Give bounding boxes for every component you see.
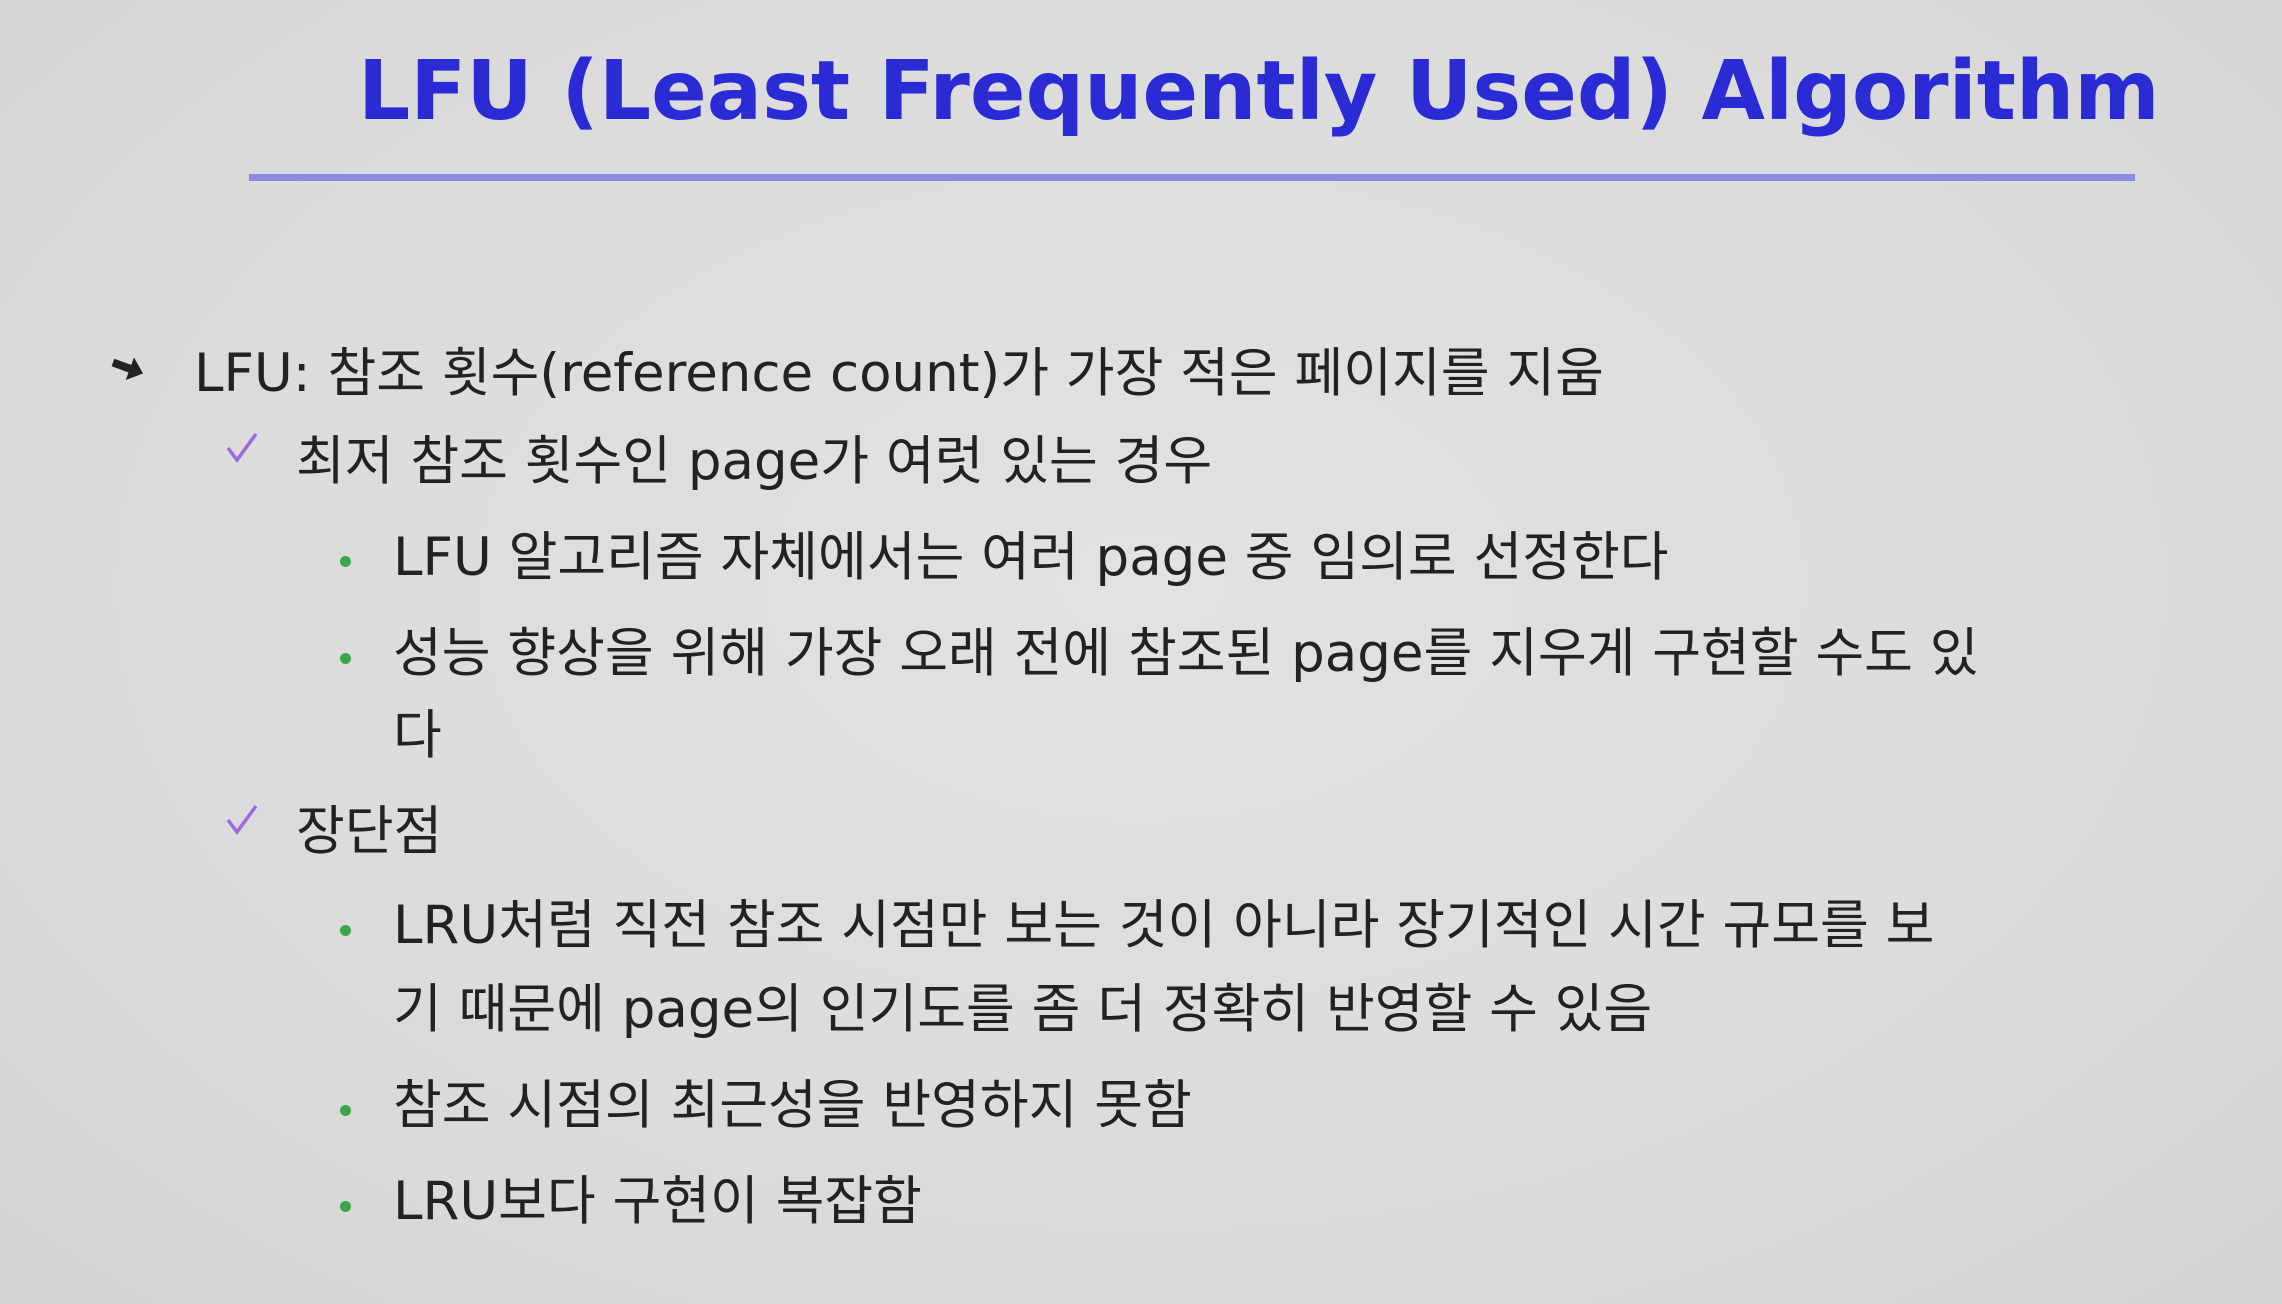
green-dot-icon [340,1201,351,1212]
green-dot-icon [340,1105,351,1116]
slide: LFU (Least Frequently Used) Algorithm LF… [0,0,2282,1304]
sub1-text: 최저 참조 횟수인 page가 여럿 있는 경우 [296,431,1213,492]
sub2-text: 장단점 [296,801,443,862]
arrow-bullet-icon [108,350,148,396]
checkmark-icon [222,800,262,851]
checkmark-icon [222,428,262,479]
sub2-bullet-3: LRU보다 구현이 복잡함 [393,1171,922,1232]
green-dot-icon [340,556,351,567]
green-dot-icon [340,925,351,936]
sub1-bullet-1: LFU 알고리즘 자체에서는 여러 page 중 임의로 선정한다 [393,527,1669,588]
sub1-bullet-2: 성능 향상을 위해 가장 오래 전에 참조된 page를 지우게 구현할 수도 … [393,623,1979,684]
sub2-bullet-1: LRU처럼 직전 참조 시점만 보는 것이 아니라 장기적인 시간 규모를 보 [393,895,1935,956]
sub2-bullet-2: 참조 시점의 최근성을 반영하지 못함 [393,1075,1192,1136]
sub2-bullet-1-cont: 기 때문에 page의 인기도를 좀 더 정확히 반영할 수 있음 [393,979,1653,1040]
title-underline [249,174,2135,181]
green-dot-icon [340,653,351,664]
slide-title: LFU (Least Frequently Used) Algorithm [358,44,2160,139]
sub1-bullet-2-cont: 다 [393,705,442,766]
level1-text: LFU: 참조 횟수(reference count)가 가장 적은 페이지를 … [194,343,1604,404]
